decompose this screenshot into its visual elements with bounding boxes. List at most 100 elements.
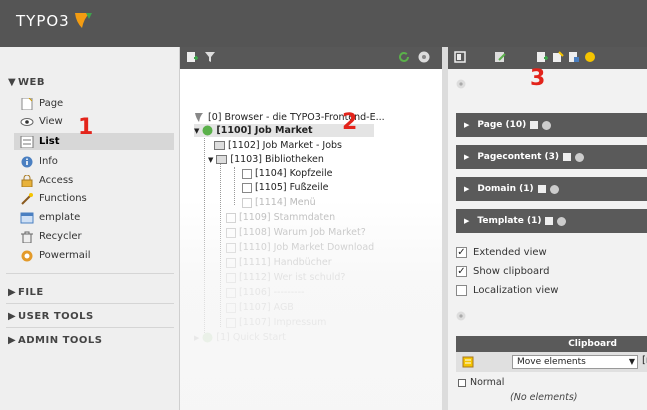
refresh-icon[interactable]	[398, 51, 410, 63]
info-icon	[21, 156, 33, 167]
tree-node[interactable]: [1105] Fußzeile	[242, 181, 329, 194]
view-page-icon[interactable]	[454, 51, 466, 63]
export-icon[interactable]	[568, 51, 580, 63]
template-icon	[20, 212, 34, 223]
help-icon[interactable]	[557, 216, 567, 226]
page-icon	[226, 287, 236, 298]
page-icon	[226, 227, 236, 238]
eye-icon	[20, 117, 34, 126]
module-access[interactable]: Access	[20, 172, 73, 189]
list-content: ▶ Page (10) ▶ Pagecontent (3) ▶ Domain (…	[448, 99, 647, 410]
panel-domain[interactable]: ▶ Domain (1)	[456, 177, 647, 201]
section-file[interactable]: ▶ FILE	[8, 287, 44, 298]
tree-node[interactable]: [1104] Kopfzeile	[242, 167, 333, 180]
module-template[interactable]: emplate	[20, 209, 80, 226]
tree-guide-line	[204, 124, 205, 339]
tree-node-quick-start[interactable]: ▶ [1] Quick Start	[194, 331, 286, 344]
expand-arrow-icon: ▶	[464, 185, 470, 193]
top-bar: TYPO3	[0, 0, 647, 47]
page-icon	[226, 242, 236, 253]
new-record-icon[interactable]	[537, 185, 546, 193]
help-icon[interactable]	[549, 184, 559, 194]
new-record-icon[interactable]	[530, 121, 539, 129]
tree-node[interactable]: [1114] Menü	[242, 196, 316, 209]
logo-text: TYPO3	[16, 12, 70, 30]
module-recycler[interactable]: Recycler	[20, 228, 82, 245]
help-icon[interactable]	[575, 152, 585, 162]
panel-page[interactable]: ▶ Page (10)	[456, 113, 647, 137]
tree-node[interactable]: [1107] AGB	[226, 301, 294, 314]
clipboard-normal-row[interactable]: Normal	[458, 377, 504, 388]
tree-toolbar	[180, 47, 442, 69]
panel-template[interactable]: ▶ Template (1)	[456, 209, 647, 233]
help-icon[interactable]	[456, 311, 466, 321]
module-powermail[interactable]: Powermail	[20, 247, 90, 264]
module-page[interactable]: Page	[20, 95, 63, 112]
powermail-icon	[21, 250, 33, 261]
divider	[6, 327, 174, 328]
clipboard-pad-selector[interactable]: [r	[642, 355, 647, 366]
collapse-icon[interactable]	[458, 378, 466, 387]
filter-icon[interactable]	[204, 51, 216, 63]
tree-node[interactable]: [1108] Warum Job Market?	[226, 226, 366, 239]
section-web[interactable]: ▼ WEB	[8, 77, 45, 88]
page-icon	[226, 317, 236, 328]
expand-arrow-icon: ▶	[464, 217, 470, 225]
folder-icon	[214, 141, 225, 150]
show-clipboard-checkbox[interactable]: ✓ Show clipboard	[456, 266, 549, 277]
marker-1: 1	[78, 115, 94, 140]
module-info[interactable]: Info	[20, 153, 58, 170]
tree-node[interactable]: [1111] Handbücher	[226, 256, 332, 269]
tree-node[interactable]: [1106] ---------	[226, 286, 304, 299]
page-icon	[21, 97, 33, 110]
divider	[6, 273, 174, 274]
tree-node[interactable]: [1109] Stammdaten	[226, 211, 335, 224]
page-tree: [0] Browser - die TYPO3-Frontend-E... ▼ …	[180, 69, 442, 410]
module-view[interactable]: View	[20, 113, 63, 130]
globe-icon	[202, 125, 213, 136]
paste-icon[interactable]	[552, 51, 564, 63]
expand-arrow-icon: ▼	[194, 126, 200, 135]
tree-node[interactable]: [1102] Job Market - Jobs	[214, 139, 342, 152]
section-admin-tools[interactable]: ▶ ADMIN TOOLS	[8, 335, 102, 346]
panel-pagecontent[interactable]: ▶ Pagecontent (3)	[456, 145, 647, 169]
module-menu: ▼ WEB Page View List Info Access Function…	[0, 47, 180, 410]
tree-node[interactable]: ▼ [1103] Bibliotheken	[208, 153, 324, 166]
tree-node[interactable]: [1107] Impressum	[226, 316, 326, 329]
new-page-icon[interactable]	[186, 51, 198, 63]
clipboard-icon[interactable]	[462, 356, 474, 368]
wand-icon	[21, 192, 33, 205]
lock-icon	[21, 174, 33, 187]
new-record-icon[interactable]	[563, 153, 572, 161]
list-icon	[20, 135, 34, 148]
help-icon[interactable]	[456, 79, 466, 89]
localization-view-checkbox[interactable]: Localization view	[456, 285, 558, 296]
module-functions[interactable]: Functions	[20, 190, 87, 207]
page-icon	[226, 212, 236, 223]
clipboard-mode-select[interactable]: Move elements ▼	[512, 355, 638, 369]
section-user-tools[interactable]: ▶ USER TOOLS	[8, 311, 94, 322]
page-icon	[226, 272, 236, 283]
tree-guide-line	[234, 167, 235, 205]
help-icon[interactable]	[418, 51, 430, 63]
content-toolbar	[448, 47, 647, 69]
extended-view-checkbox[interactable]: ✓ Extended view	[456, 247, 547, 258]
chevron-down-icon: ▼	[628, 357, 635, 366]
tree-node[interactable]: [1112] Wer ist schuld?	[226, 271, 345, 284]
new-record-icon[interactable]	[545, 217, 554, 225]
page-icon	[242, 197, 252, 208]
expand-arrow-icon: ▶	[464, 121, 470, 129]
marker-3: 3	[530, 66, 546, 91]
checkbox-unchecked[interactable]	[456, 285, 467, 296]
page-icon	[226, 257, 236, 268]
globe-icon	[202, 332, 213, 343]
new-record-icon[interactable]	[536, 51, 548, 63]
checkbox-checked[interactable]: ✓	[456, 247, 467, 258]
tree-node[interactable]: [1110] Job Market Download	[226, 241, 374, 254]
shortcut-icon[interactable]	[584, 51, 596, 63]
edit-page-icon[interactable]	[494, 51, 506, 63]
module-list[interactable]: List	[14, 133, 174, 150]
checkbox-checked[interactable]: ✓	[456, 266, 467, 277]
marker-2: 2	[342, 110, 358, 135]
help-icon[interactable]	[542, 120, 552, 130]
